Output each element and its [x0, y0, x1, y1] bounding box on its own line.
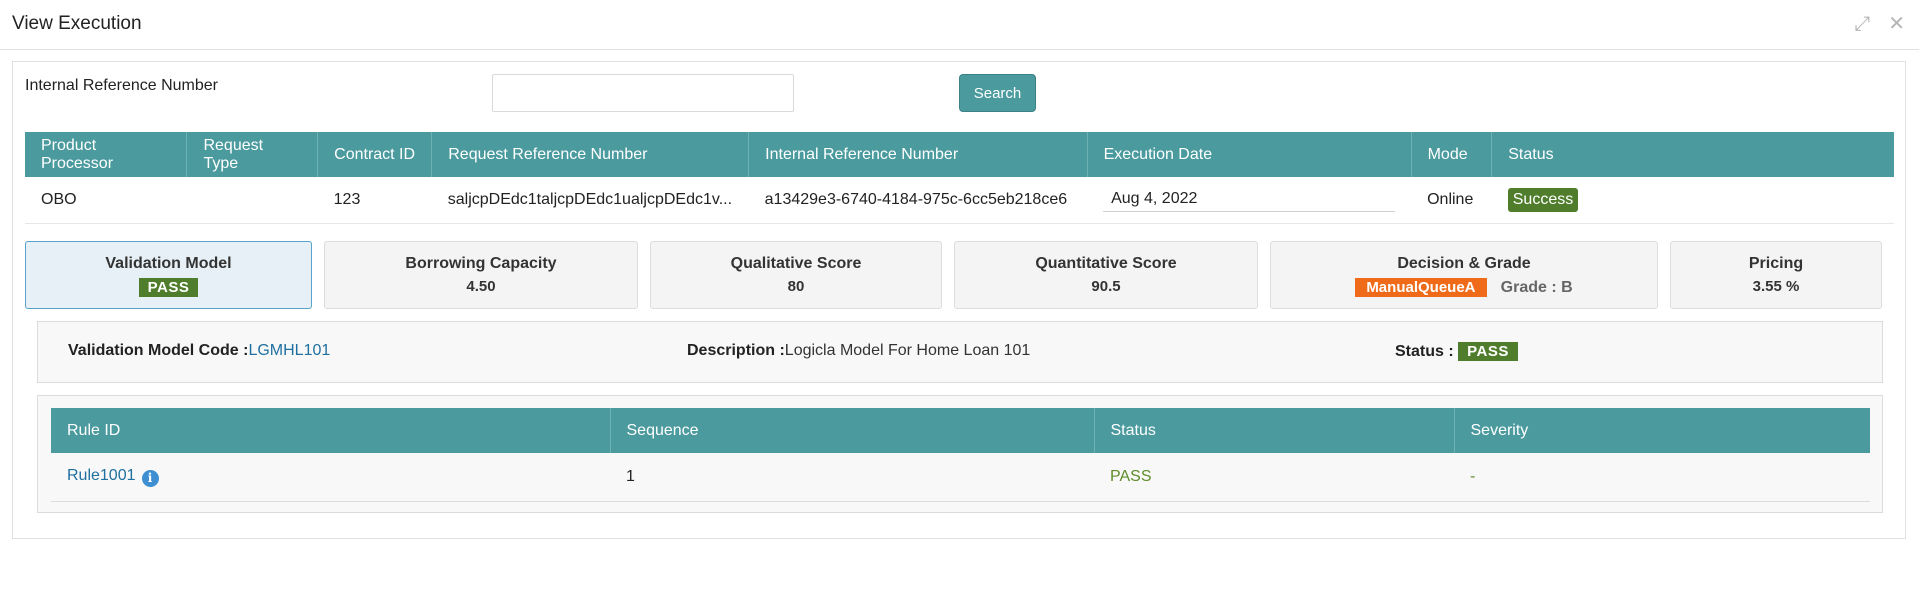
col-request-type[interactable]: Request Type: [186, 132, 319, 177]
card-title: Borrowing Capacity: [405, 255, 557, 272]
description-label: Description :: [687, 342, 785, 359]
table-row[interactable]: OBO 123 saljcpDEdc1taljcpDEdc1ualjcpDEdc…: [25, 177, 1894, 224]
execution-date-value: Aug 4, 2022: [1103, 188, 1396, 212]
cell-contract-id: 123: [317, 177, 432, 224]
rule-id-link[interactable]: Rule1001: [67, 467, 136, 484]
cell-sequence: 1: [610, 453, 1094, 502]
col-rule-status[interactable]: Status: [1094, 408, 1455, 453]
validation-model-code-value: LGMHL101: [248, 342, 331, 359]
cell-request-type: [186, 177, 318, 224]
cell-mode: Online: [1411, 177, 1492, 224]
card-title: Decision & Grade: [1397, 255, 1531, 272]
col-request-reference-number[interactable]: Request Reference Number: [431, 132, 750, 177]
card-pricing[interactable]: Pricing 3.55 %: [1670, 241, 1882, 309]
execution-table-header: Product Processor Request Type Contract …: [25, 132, 1894, 177]
card-quantitative-score[interactable]: Quantitative Score 90.5: [954, 241, 1258, 309]
table-row: Rule1001 i 1 PASS -: [51, 453, 1870, 502]
cell-status: Success: [1491, 177, 1894, 224]
validation-model-code-label: Validation Model Code :: [68, 342, 249, 359]
summary-cards: Validation Model PASS Borrowing Capacity…: [25, 241, 1895, 309]
cell-execution-date: Aug 4, 2022: [1087, 177, 1412, 224]
rules-panel: Rule ID Sequence Status Severity Rule100…: [37, 395, 1883, 513]
description-value: Logicla Model For Home Loan 101: [784, 342, 1031, 359]
col-execution-date[interactable]: Execution Date: [1087, 132, 1412, 177]
card-decision-grade[interactable]: Decision & Grade ManualQueueA Grade : B: [1270, 241, 1658, 309]
cell-product-processor: OBO: [25, 177, 187, 224]
irn-search-input[interactable]: [492, 74, 794, 112]
window-controls: ⤢ ✕: [1854, 14, 1905, 34]
col-contract-id[interactable]: Contract ID: [317, 132, 433, 177]
card-value: 80: [787, 278, 805, 295]
close-icon[interactable]: ✕: [1888, 14, 1905, 34]
col-severity[interactable]: Severity: [1454, 408, 1870, 453]
card-borrowing-capacity[interactable]: Borrowing Capacity 4.50: [324, 241, 638, 309]
status-badge: Success: [1507, 187, 1579, 212]
window-title: View Execution: [12, 13, 142, 34]
detail-status-label: Status :: [1395, 343, 1454, 360]
search-button[interactable]: Search: [959, 74, 1036, 112]
cell-rule-status: PASS: [1094, 453, 1454, 502]
col-sequence[interactable]: Sequence: [610, 408, 1095, 453]
window-titlebar: View Execution ⤢ ✕: [0, 0, 1919, 50]
card-title: Quantitative Score: [1035, 255, 1177, 272]
card-value: 90.5: [1091, 278, 1121, 295]
cell-rule-id: Rule1001 i: [51, 453, 610, 502]
card-qualitative-score[interactable]: Qualitative Score 80: [650, 241, 942, 309]
card-title: Qualitative Score: [730, 255, 862, 272]
col-rule-id[interactable]: Rule ID: [51, 408, 611, 453]
card-value: 4.50: [466, 278, 496, 295]
rules-table: Rule ID Sequence Status Severity Rule100…: [51, 408, 1870, 502]
info-icon[interactable]: i: [141, 469, 159, 487]
validation-pass-badge: PASS: [138, 278, 199, 297]
cell-internal-reference-number: a13429e3-6740-4184-975c-6cc5eb218ce6: [748, 177, 1088, 224]
grade-label: Grade : B: [1500, 279, 1573, 296]
collapse-icon[interactable]: ⤢: [1854, 14, 1870, 34]
rules-table-header: Rule ID Sequence Status Severity: [51, 408, 1870, 453]
detail-status-badge: PASS: [1458, 342, 1518, 361]
irn-search-label: Internal Reference Number: [25, 77, 218, 94]
cell-request-reference-number: saljcpDEdc1taljcpDEdc1ualjcpDEdc1v...: [431, 177, 749, 224]
col-mode[interactable]: Mode: [1411, 132, 1493, 177]
validation-model-detail: Validation Model Code :LGMHL101 Descript…: [37, 321, 1883, 383]
card-title: Pricing: [1748, 255, 1804, 272]
card-title: Validation Model: [105, 255, 232, 272]
decision-badge: ManualQueueA: [1355, 278, 1487, 297]
col-product-processor[interactable]: Product Processor: [25, 132, 188, 177]
cell-severity: -: [1454, 453, 1870, 502]
card-validation-model[interactable]: Validation Model PASS: [25, 241, 312, 309]
execution-table: Product Processor Request Type Contract …: [25, 132, 1894, 224]
col-status[interactable]: Status: [1491, 132, 1894, 177]
execution-panel: Internal Reference Number Search Product…: [12, 61, 1906, 539]
col-internal-reference-number[interactable]: Internal Reference Number: [748, 132, 1088, 177]
card-value: 3.55 %: [1752, 278, 1800, 295]
